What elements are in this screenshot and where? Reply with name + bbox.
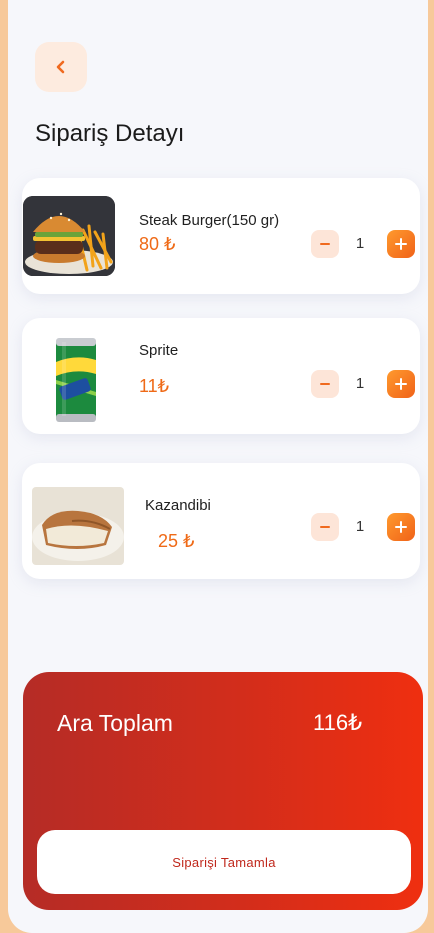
- sprite-image: [50, 332, 102, 428]
- back-button[interactable]: [35, 42, 87, 92]
- plus-icon: [395, 238, 407, 250]
- subtotal-label: Ara Toplam: [57, 710, 173, 736]
- order-detail-screen: Sipariş Detayı Steak Burger(150 gr) 80 ₺…: [8, 0, 428, 933]
- page-title: Sipariş Detayı: [35, 120, 185, 147]
- quantity-value: 1: [355, 235, 365, 252]
- item-price: 25 ₺: [158, 531, 195, 551]
- minus-icon: [320, 243, 330, 245]
- increase-quantity-button[interactable]: [387, 370, 415, 398]
- quantity-value: 1: [355, 518, 365, 535]
- order-summary-panel: Ara Toplam 116₺ Siparişi Tamamla: [23, 672, 423, 910]
- item-price: 80 ₺: [139, 234, 176, 254]
- minus-icon: [320, 526, 330, 528]
- decrease-quantity-button[interactable]: [311, 230, 339, 258]
- increase-quantity-button[interactable]: [387, 513, 415, 541]
- decrease-quantity-button[interactable]: [311, 513, 339, 541]
- item-price: 11₺: [139, 376, 170, 396]
- subtotal-value: 116₺: [313, 710, 363, 735]
- complete-order-button[interactable]: Siparişi Tamamla: [37, 830, 411, 894]
- item-name: Steak Burger(150 gr): [139, 212, 280, 229]
- order-item-sprite: Sprite 11₺ 1: [22, 318, 420, 434]
- burger-image: [23, 196, 115, 276]
- order-item-steak-burger: Steak Burger(150 gr) 80 ₺ 1: [22, 178, 420, 294]
- chevron-left-icon: [56, 60, 65, 74]
- plus-icon: [395, 378, 407, 390]
- order-item-kazandibi: Kazandibi 25 ₺ 1: [22, 463, 420, 579]
- kazandibi-image: [32, 487, 124, 565]
- minus-icon: [320, 383, 330, 385]
- decrease-quantity-button[interactable]: [311, 370, 339, 398]
- increase-quantity-button[interactable]: [387, 230, 415, 258]
- item-name: Kazandibi: [145, 497, 211, 514]
- item-name: Sprite: [139, 342, 179, 359]
- quantity-value: 1: [355, 375, 365, 392]
- plus-icon: [395, 521, 407, 533]
